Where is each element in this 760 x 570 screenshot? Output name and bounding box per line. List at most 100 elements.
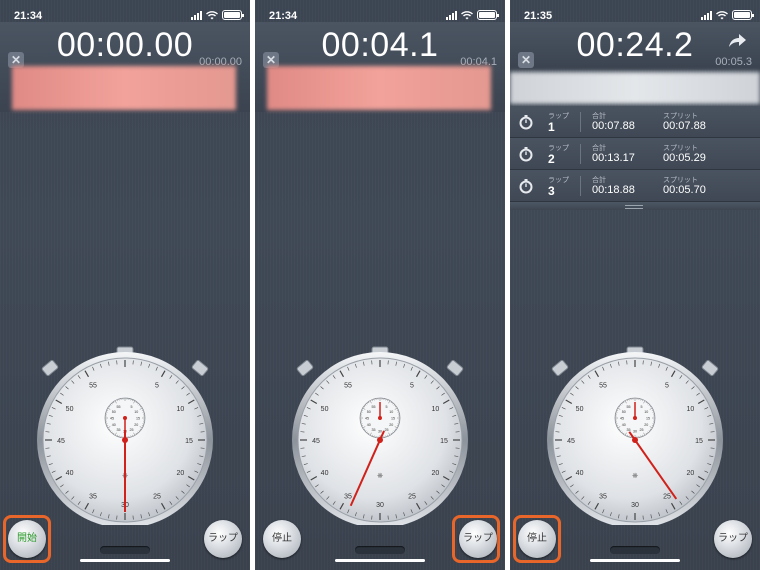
divider (580, 112, 581, 132)
side-button-right (446, 359, 464, 377)
dial-number: 20 (687, 470, 695, 477)
subdial-number: 35 (627, 428, 631, 432)
total-value: 00:13.17 (592, 152, 635, 164)
battery-icon (477, 10, 499, 20)
time-header: 00:04.1 00:04.1 ✕ (255, 22, 505, 112)
seconds-hand-pivot (122, 437, 128, 443)
subdial-number: 35 (372, 428, 376, 432)
status-bar: 21:34 (255, 0, 505, 22)
dial-number: 15 (185, 438, 193, 445)
dial-number: 45 (57, 438, 65, 445)
lap-time-display: 00:05.3 (715, 56, 752, 68)
status-time: 21:35 (524, 10, 553, 22)
dial-number: 20 (432, 470, 440, 477)
lap-number: 1 (548, 120, 555, 134)
minute-hand-pivot (633, 416, 637, 420)
divider (580, 144, 581, 164)
subdial-number: 5 (386, 405, 388, 409)
dial-number: 10 (687, 406, 695, 413)
total-value: 00:18.88 (592, 184, 635, 196)
subdial-number: 15 (391, 417, 395, 421)
dial-number: 10 (432, 406, 440, 413)
subdial-number: 5 (641, 405, 643, 409)
drawer-handle[interactable] (355, 546, 405, 554)
subdial-number: 35 (117, 428, 121, 432)
drawer-handle[interactable] (610, 546, 660, 554)
ad-banner[interactable] (510, 72, 760, 104)
close-icon[interactable]: ✕ (518, 52, 534, 68)
dial-number: 25 (663, 493, 671, 500)
dial-number: 40 (66, 470, 74, 477)
lap-button[interactable]: ラップ (714, 520, 752, 558)
lap-number: 3 (548, 184, 555, 198)
signal-icon (446, 10, 457, 20)
dial-number: 35 (344, 493, 352, 500)
subdial-number: 20 (389, 423, 393, 427)
subdial-number: 5 (131, 405, 133, 409)
subdial-number: 55 (372, 405, 376, 409)
drawer-handle[interactable] (100, 546, 150, 554)
stopwatch-screen-laps: 21:35 00:24.2 00:05.3 ✕ ラップ 1 合計 00:07.8… (510, 0, 760, 570)
time-header: 00:00.00 00:00.00 ✕ (0, 22, 250, 112)
lap-button[interactable]: ラップ (204, 520, 242, 558)
home-indicator[interactable] (590, 559, 680, 562)
stopwatch-icon (519, 179, 533, 194)
battery-icon (732, 10, 754, 20)
dial-number: 5 (665, 383, 669, 390)
stopwatch-screen-reset: 21:34 00:00.00 00:00.00 ✕ 55510152025303… (0, 0, 250, 570)
dial-number: 25 (408, 493, 416, 500)
dial-number: 55 (89, 383, 97, 390)
subdial-number: 45 (365, 417, 369, 421)
subdial-number: 30 (378, 430, 382, 434)
minute-hand-pivot (378, 416, 382, 420)
stopwatch-dial: 5551015202530354045505551015202530354045… (292, 346, 468, 525)
subdial-number: 10 (644, 410, 648, 414)
side-button-right (701, 359, 719, 377)
lap-list-handle[interactable] (510, 202, 760, 210)
subdial-number: 40 (367, 423, 371, 427)
lap-list: ラップ 1 合計 00:07.88 スプリット 00:07.88 ラップ 2 合… (510, 106, 760, 202)
time-header: 00:24.2 00:05.3 ✕ (510, 22, 760, 70)
lap-row[interactable]: ラップ 2 合計 00:13.17 スプリット 00:05.29 (510, 138, 760, 170)
stop-button[interactable]: 停止 (263, 520, 301, 558)
dial-number: 40 (576, 470, 584, 477)
subdial-number: 55 (627, 405, 631, 409)
total-value: 00:07.88 (592, 120, 635, 132)
divider (580, 176, 581, 196)
dial-number: 55 (599, 383, 607, 390)
battery-icon (222, 10, 244, 20)
lap-row[interactable]: ラップ 3 合計 00:18.88 スプリット 00:05.70 (510, 170, 760, 202)
subdial-number: 25 (130, 428, 134, 432)
split-value: 00:05.29 (663, 152, 706, 164)
status-icons (191, 10, 244, 20)
stop-button[interactable]: 停止 (518, 520, 556, 558)
dial-number: 55 (344, 383, 352, 390)
side-button-left (551, 359, 569, 377)
ad-banner[interactable] (12, 66, 236, 110)
stopwatch-icon (519, 115, 533, 130)
lap-row[interactable]: ラップ 1 合計 00:07.88 スプリット 00:07.88 (510, 106, 760, 138)
dial-number: 40 (321, 470, 329, 477)
status-bar: 21:34 (0, 0, 250, 22)
home-indicator[interactable] (80, 559, 170, 562)
dial-number: 15 (440, 438, 448, 445)
side-button-right (191, 359, 209, 377)
subdial-number: 40 (112, 423, 116, 427)
home-indicator[interactable] (335, 559, 425, 562)
lap-button[interactable]: ラップ (459, 520, 497, 558)
subdial-number: 10 (134, 410, 138, 414)
dial-number: 50 (66, 406, 74, 413)
subdial-number: 25 (385, 428, 389, 432)
status-bar: 21:35 (510, 0, 760, 22)
minute-hand-pivot (123, 416, 127, 420)
signal-icon (701, 10, 712, 20)
dial-number: 20 (177, 470, 185, 477)
share-icon[interactable] (726, 32, 748, 50)
subdial-number: 25 (640, 428, 644, 432)
subdial-number: 20 (134, 423, 138, 427)
seconds-hand-pivot (377, 437, 383, 443)
ad-banner[interactable] (267, 66, 491, 110)
start-button[interactable]: 開始 (8, 520, 46, 558)
dial-number: 35 (599, 493, 607, 500)
dial-number: 30 (631, 502, 639, 509)
